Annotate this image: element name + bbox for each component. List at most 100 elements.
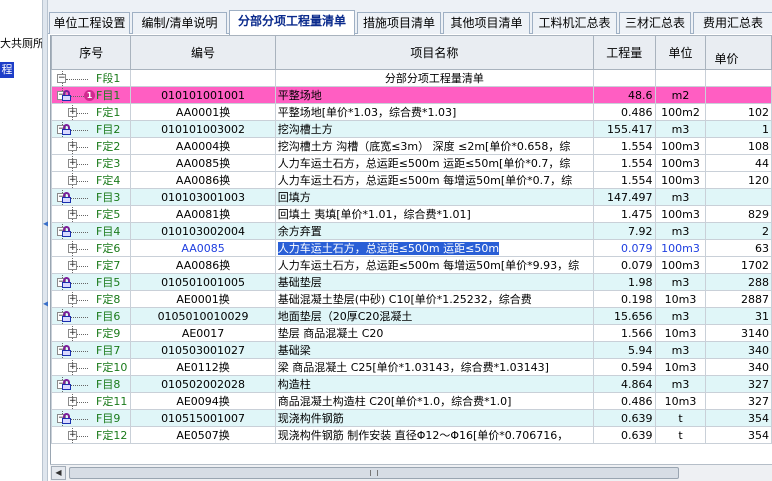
cell-qty[interactable]: 0.198 <box>593 290 656 308</box>
cell-name[interactable]: 构造柱 <box>274 375 595 393</box>
cell-qty[interactable]: 1.554 <box>593 137 656 155</box>
cell-unit[interactable]: 10m3 <box>654 324 707 342</box>
cell-code[interactable]: AA0086换 <box>130 171 276 189</box>
cell-code[interactable]: AA0081换 <box>130 205 276 223</box>
table-row[interactable]: + F定7 AA0086换 人力车运土石方，总运距≤500m 每增运50m[单价*9.… <box>51 256 772 274</box>
cell-unit[interactable]: 100m3 <box>654 171 707 189</box>
collapse-icon[interactable]: − <box>57 73 66 83</box>
cell-price[interactable]: 327 <box>705 375 772 393</box>
cell-price[interactable]: 2887 <box>705 290 772 308</box>
cell-price[interactable]: 829 <box>705 205 772 223</box>
cell-unit[interactable]: 100m3 <box>654 239 707 257</box>
table-row[interactable]: −F目2010101003002挖沟槽土方155.417m31 <box>51 120 772 138</box>
cell-unit[interactable] <box>654 69 707 87</box>
cell-qty[interactable]: 0.486 <box>593 392 656 410</box>
cell-price[interactable]: 327 <box>705 392 772 410</box>
project-tree-node-text[interactable]: 大共厕所 <box>0 35 44 51</box>
col-header-seq[interactable]: 序号 <box>51 35 132 70</box>
cell-name[interactable]: 挖沟槽土方 <box>274 120 595 138</box>
cell-name[interactable]: 人力车运土石方，总运距≤500m 每增运50m[单价*0.7，综 <box>274 171 595 189</box>
expand-icon[interactable]: + <box>68 362 77 372</box>
cell-code[interactable]: AA0086换 <box>130 256 276 274</box>
cell-unit[interactable]: m3 <box>654 188 707 206</box>
cell-unit[interactable]: m3 <box>654 273 707 291</box>
table-row[interactable]: −1F目1010101001001平整场地48.6m2 <box>51 86 772 104</box>
cell-code[interactable]: AE0017 <box>130 324 276 342</box>
table-row[interactable]: −F目7010503001027基础梁5.94m3340 <box>51 341 772 359</box>
table-row[interactable]: + F定5 AA0081换 回填土 夷填[单价*1.01，综合费*1.01] 1.475… <box>51 205 772 223</box>
cell-code[interactable]: 010502002028 <box>130 375 276 393</box>
cell-qty[interactable] <box>593 69 656 87</box>
cell-seq[interactable]: + F定8 <box>51 290 132 308</box>
cell-name[interactable]: 平整场地 <box>274 86 595 104</box>
table-row[interactable]: + F定4 AA0086换 人力车运土石方，总运距≤500m 每增运50m[单价*0.… <box>51 171 772 189</box>
cell-seq[interactable]: −F目6 <box>51 307 132 325</box>
expand-icon[interactable]: + <box>68 175 77 185</box>
table-row[interactable]: −F目4010103002004余方弃置7.92m32 <box>51 222 772 240</box>
cell-qty[interactable]: 0.639 <box>593 409 656 427</box>
cell-name[interactable]: 平整场地[单价*1.03，综合费*1.03] <box>274 103 595 121</box>
cell-name[interactable]: 人力车运土石方，总运距≤500m 运距≤50m <box>274 239 595 257</box>
tab-unit-project-settings[interactable]: 单位工程设置 <box>49 12 130 34</box>
cell-price[interactable]: 354 <box>705 426 772 444</box>
table-row[interactable]: − F段1 分部分项工程量清单 <box>51 69 772 87</box>
cell-qty[interactable]: 0.079 <box>593 239 656 257</box>
cell-price[interactable]: 340 <box>705 358 772 376</box>
cell-seq[interactable]: −F目8 <box>51 375 132 393</box>
cell-price[interactable]: 288 <box>705 273 772 291</box>
cell-seq[interactable]: + F定10 <box>51 358 132 376</box>
cell-price[interactable]: 120 <box>705 171 772 189</box>
cell-price[interactable]: 340 <box>705 341 772 359</box>
cell-seq[interactable]: + F定11 <box>51 392 132 410</box>
cell-price[interactable]: 1702 <box>705 256 772 274</box>
scroll-left-icon[interactable]: ◀ <box>51 466 66 480</box>
cell-unit[interactable]: m3 <box>654 375 707 393</box>
cell-code[interactable]: 010103001003 <box>130 188 276 206</box>
cell-seq[interactable]: + F定1 <box>51 103 132 121</box>
selected-name-text[interactable]: 人力车运土石方，总运距≤500m 运距≤50m <box>277 241 500 255</box>
cell-seq[interactable]: −F目9 <box>51 409 132 427</box>
col-header-code[interactable]: 编号 <box>130 35 276 70</box>
cell-seq[interactable]: + F定6 <box>51 239 132 257</box>
cell-code[interactable]: AA0085换 <box>130 154 276 172</box>
cell-unit[interactable]: m3 <box>654 341 707 359</box>
cell-seq[interactable]: + F定5 <box>51 205 132 223</box>
cell-qty[interactable]: 15.656 <box>593 307 656 325</box>
cell-name[interactable]: 人力车运土石方，总运距≤500m 每增运50m[单价*9.93，综 <box>274 256 595 274</box>
cell-name[interactable]: 现浇构件钢筋 制作安装 直径Φ12～Φ16[单价*0.706716， <box>274 426 595 444</box>
table-row[interactable]: −F目8010502002028构造柱4.864m3327 <box>51 375 772 393</box>
cell-qty[interactable]: 48.6 <box>593 86 656 104</box>
cell-qty[interactable]: 0.079 <box>593 256 656 274</box>
cell-qty[interactable]: 1.475 <box>593 205 656 223</box>
cell-name[interactable]: 商品混凝土构造柱 C20[单价*1.0，综合费*1.0] <box>274 392 595 410</box>
cell-code[interactable]: AE0001换 <box>130 290 276 308</box>
tab-bill-of-quantities[interactable]: 分部分项工程量清单 <box>229 10 355 35</box>
cell-seq[interactable]: −F目7 <box>51 341 132 359</box>
cell-code[interactable]: AE0094换 <box>130 392 276 410</box>
horizontal-scrollbar[interactable]: ◀ <box>50 464 772 481</box>
cell-qty[interactable]: 1.554 <box>593 154 656 172</box>
cell-price[interactable]: 31 <box>705 307 772 325</box>
cell-price[interactable]: 3140 <box>705 324 772 342</box>
cell-name[interactable]: 回填土 夷填[单价*1.01，综合费*1.01] <box>274 205 595 223</box>
cell-unit[interactable]: 10m3 <box>654 358 707 376</box>
cell-qty[interactable]: 1.554 <box>593 171 656 189</box>
cell-price[interactable]: 63 <box>705 239 772 257</box>
cell-name[interactable]: 余方弃置 <box>274 222 595 240</box>
cell-seq[interactable]: + F定9 <box>51 324 132 342</box>
cell-unit[interactable]: m3 <box>654 307 707 325</box>
cell-name[interactable]: 现浇构件钢筋 <box>274 409 595 427</box>
table-row[interactable]: + F定1 AA0001换 平整场地[单价*1.03，综合费*1.03] 0.486 10… <box>51 103 772 121</box>
table-row[interactable]: + F定6 AA0085 人力车运土石方，总运距≤500m 运距≤50m 0.079 10… <box>51 239 772 257</box>
tab-compile-description[interactable]: 编制/清单说明 <box>132 12 227 34</box>
cell-seq[interactable]: −F目3 <box>51 188 132 206</box>
cell-code[interactable]: 010101003002 <box>130 120 276 138</box>
expand-icon[interactable]: + <box>68 158 77 168</box>
cell-unit[interactable]: 100m3 <box>654 137 707 155</box>
cell-unit[interactable]: 100m3 <box>654 154 707 172</box>
col-header-name[interactable]: 项目名称 <box>274 35 595 70</box>
cell-code[interactable]: AA0001换 <box>130 103 276 121</box>
cell-code[interactable]: 0105010010029 <box>130 307 276 325</box>
expand-icon[interactable]: + <box>68 294 77 304</box>
cell-qty[interactable]: 155.417 <box>593 120 656 138</box>
